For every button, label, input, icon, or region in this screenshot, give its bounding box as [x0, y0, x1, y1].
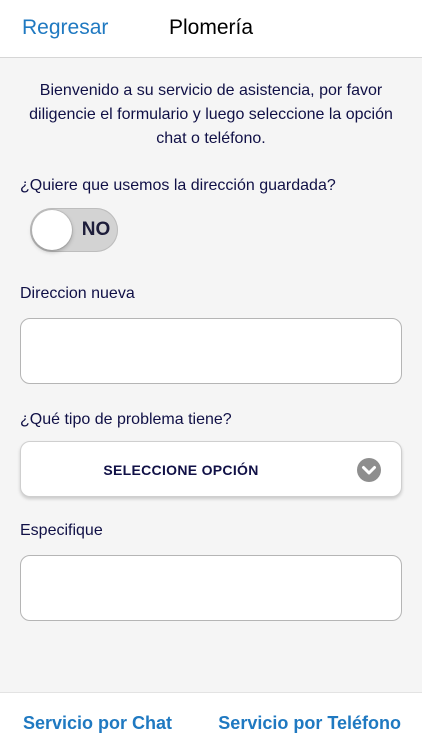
- problem-type-label: ¿Qué tipo de problema tiene?: [20, 411, 232, 428]
- back-button[interactable]: Regresar: [22, 16, 108, 40]
- phone-service-button[interactable]: Servicio por Teléfono: [218, 713, 401, 734]
- intro-text: Bienvenido a su servicio de asistencia, …: [29, 82, 393, 147]
- problem-type-select[interactable]: SELECCIONE OPCIÓN: [20, 441, 402, 497]
- page-title-text: Plomería: [168, 16, 254, 39]
- specify-label: Especifique: [20, 522, 103, 539]
- new-address-field[interactable]: [20, 318, 402, 384]
- toggle-state-label: NO: [81, 219, 111, 240]
- toggle-knob[interactable]: [32, 210, 72, 250]
- bottom-bar: Servicio por Chat Servicio por Teléfono: [0, 692, 422, 751]
- chat-service-button[interactable]: Servicio por Chat: [23, 713, 172, 734]
- chevron-down-icon: [357, 458, 381, 482]
- problem-type-selected-value: SELECCIONE OPCIÓN: [103, 462, 259, 478]
- saved-address-toggle[interactable]: NO: [30, 208, 118, 252]
- new-address-label: Direccion nueva: [20, 285, 135, 302]
- specify-field[interactable]: [20, 555, 402, 621]
- navigation-bar: Regresar Plomería: [0, 0, 422, 58]
- saved-address-question: ¿Quiere que usemos la dirección guardada…: [20, 177, 336, 194]
